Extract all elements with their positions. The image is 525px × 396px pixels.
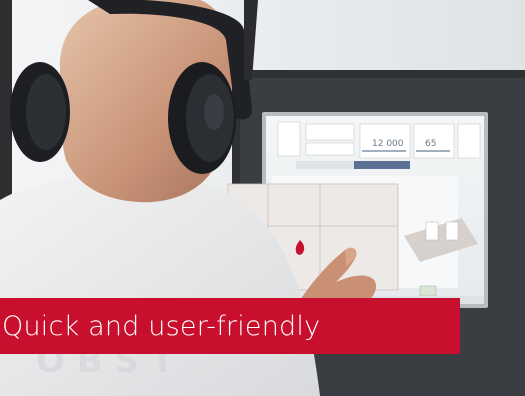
screen-value-secondary: 65: [425, 139, 436, 149]
screen-value-main: 12 000: [372, 139, 404, 149]
ear-defender-left: [10, 62, 70, 162]
ear-defender-right: [168, 62, 236, 174]
title-banner: Quick and user-friendly: [0, 298, 460, 354]
photo-scene: 12 000 65 O B S T Quick and user-friendl…: [0, 0, 525, 396]
banner-title: Quick and user-friendly: [2, 310, 321, 342]
